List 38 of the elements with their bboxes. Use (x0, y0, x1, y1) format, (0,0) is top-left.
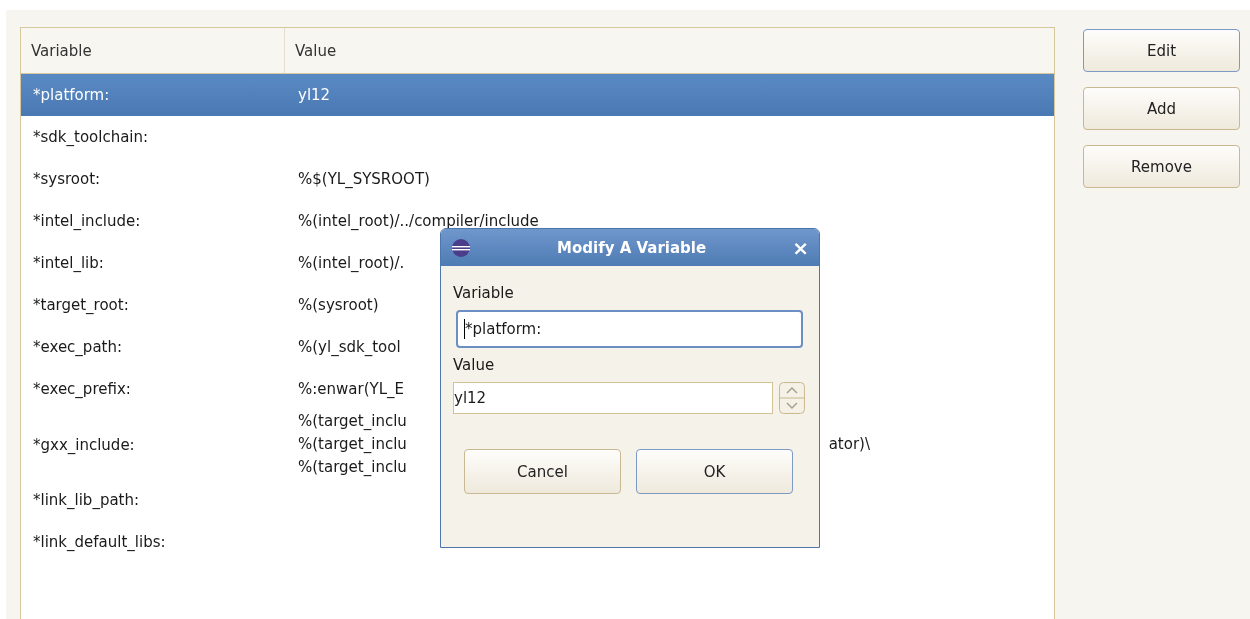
close-button[interactable]: × (792, 235, 809, 260)
variable-name: *exec_path: (33, 338, 122, 356)
action-button[interactable]: Add (1083, 87, 1240, 130)
action-button[interactable]: Remove (1083, 145, 1240, 188)
action-button[interactable]: Edit (1083, 29, 1240, 72)
variable-name: *sysroot: (33, 170, 101, 188)
field-label: Variable (453, 284, 515, 302)
variable-name: *link_lib_path: (33, 491, 140, 509)
variable-value: %(target_inclu (298, 457, 407, 478)
variable-name: *intel_lib: (33, 254, 104, 272)
field-label: Value (453, 356, 496, 374)
variable-value: yl12 (298, 84, 331, 106)
globe-icon (451, 237, 471, 258)
variable-field[interactable]: *platform: (456, 310, 803, 348)
column-header[interactable]: Value (285, 28, 1054, 73)
variable-value: %(intel_root)/. (298, 252, 405, 274)
dialog-title: Modify A Variable (556, 238, 708, 257)
variable-name: *exec_prefix: (33, 380, 131, 398)
value-field[interactable]: yl12 (453, 382, 774, 414)
selected-row[interactable]: *platform: yl12 (21, 74, 1054, 116)
variable-value: %(target_inclu (298, 411, 407, 432)
variable-name: *gxx_include: (33, 435, 135, 454)
dialog-button[interactable]: OK (636, 449, 793, 494)
column-header[interactable]: Variable (21, 28, 285, 73)
dialog-button[interactable]: Cancel (464, 449, 621, 494)
variable-value: %:enwar(YL_E (298, 378, 405, 400)
variable-value: %(intel_root)/../compiler/include (298, 210, 539, 232)
spinner-icon[interactable] (779, 382, 805, 414)
variable-value: ator)\ (828, 434, 870, 455)
variable-name: *intel_include: (33, 212, 141, 230)
variable-value: %(target_inclu (298, 434, 407, 455)
variable-value: %(sysroot) (298, 294, 379, 316)
variable-name: *platform: (33, 86, 110, 104)
variable-name: *link_default_libs: (33, 533, 166, 551)
variable-value: %$(YL_SYSROOT) (298, 168, 430, 190)
variable-name: *target_root: (33, 296, 129, 314)
variable-name: *sdk_toolchain: (33, 128, 149, 146)
variable-value: %(yl_sdk_tool (298, 336, 401, 358)
